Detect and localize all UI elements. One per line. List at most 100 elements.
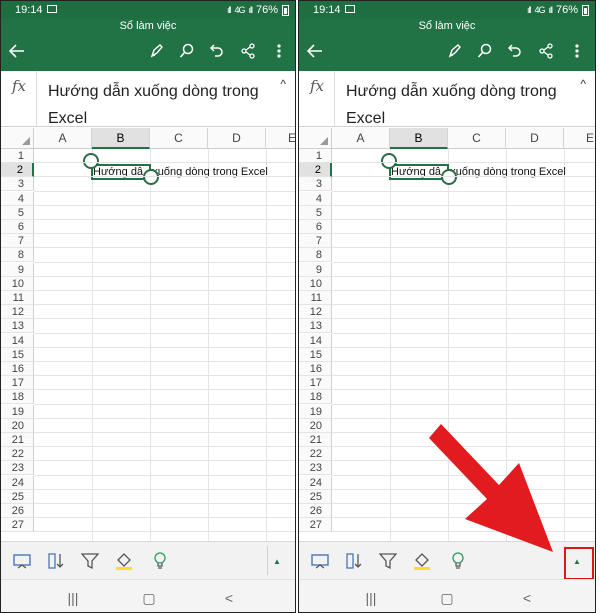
pen-icon[interactable] — [144, 39, 170, 63]
row-header[interactable]: 10 — [1, 276, 34, 291]
row-header[interactable]: 24 — [299, 475, 332, 490]
selected-cell-b2[interactable] — [91, 164, 151, 180]
pen-icon[interactable] — [442, 39, 468, 63]
row-header[interactable]: 5 — [299, 205, 332, 220]
back-arrow-icon[interactable] — [302, 39, 328, 63]
row-header[interactable]: 12 — [299, 305, 332, 320]
row-header[interactable]: 23 — [299, 461, 332, 476]
select-all-corner[interactable] — [1, 128, 34, 149]
row-header[interactable]: 4 — [299, 191, 332, 206]
row-header[interactable]: 6 — [299, 220, 332, 234]
row-header[interactable]: 2 — [1, 163, 34, 178]
home-icon[interactable]: ▢ — [137, 588, 161, 608]
row-header[interactable]: 21 — [1, 433, 34, 447]
row-header[interactable]: 12 — [1, 305, 34, 320]
row-header[interactable]: 22 — [299, 447, 332, 462]
row-header[interactable]: 14 — [1, 333, 34, 348]
column-header-e[interactable]: E — [564, 128, 595, 149]
row-header[interactable]: 8 — [1, 248, 34, 263]
filter-icon[interactable] — [79, 550, 101, 572]
undo-icon[interactable] — [502, 39, 528, 63]
formula-bar[interactable]: fx Hướng dẫn xuống dòng trong Excel ^ — [299, 71, 595, 127]
row-header[interactable]: 11 — [1, 291, 34, 305]
home-icon[interactable]: ▢ — [435, 588, 459, 608]
row-header[interactable]: 17 — [299, 376, 332, 391]
lightbulb-icon[interactable] — [447, 550, 469, 572]
row-header[interactable]: 20 — [299, 418, 332, 433]
selection-handle-start[interactable] — [83, 153, 99, 169]
row-header[interactable]: 16 — [1, 362, 34, 376]
row-header[interactable]: 20 — [1, 418, 34, 433]
row-header[interactable]: 7 — [1, 234, 34, 249]
formula-text[interactable]: Hướng dẫn xuống dòng trong Excel — [346, 78, 567, 132]
row-header[interactable]: 4 — [1, 191, 34, 206]
row-header[interactable]: 1 — [299, 149, 332, 163]
cell-grid[interactable]: Hướng dẫ xuống dòng trong Excel 12345678… — [1, 149, 295, 541]
collapse-formula-icon[interactable]: ^ — [580, 77, 586, 91]
row-header[interactable]: 2 — [299, 163, 332, 178]
row-header[interactable]: 27 — [1, 518, 34, 533]
row-header[interactable]: 9 — [299, 262, 332, 277]
recent-apps-icon[interactable]: ||| — [359, 588, 383, 608]
row-header[interactable]: 26 — [1, 504, 34, 518]
row-header[interactable]: 23 — [1, 461, 34, 476]
row-header[interactable]: 1 — [1, 149, 34, 163]
expand-ribbon-button[interactable]: ▲ — [264, 547, 290, 575]
column-header-a[interactable]: A — [332, 128, 390, 149]
row-header[interactable]: 16 — [299, 362, 332, 376]
share-icon[interactable] — [235, 39, 261, 63]
filter-icon[interactable] — [377, 550, 399, 572]
row-header[interactable]: 18 — [299, 390, 332, 405]
search-icon[interactable] — [174, 39, 200, 63]
sort-icon[interactable] — [343, 550, 365, 572]
row-header[interactable]: 26 — [299, 504, 332, 518]
fill-color-icon[interactable] — [411, 550, 433, 572]
select-all-corner[interactable] — [299, 128, 332, 149]
row-header[interactable]: 15 — [1, 347, 34, 362]
back-nav-icon[interactable]: < — [515, 588, 539, 608]
row-header[interactable]: 13 — [1, 319, 34, 334]
row-header[interactable]: 19 — [299, 404, 332, 419]
row-header[interactable]: 9 — [1, 262, 34, 277]
back-nav-icon[interactable]: < — [217, 588, 241, 608]
row-header[interactable]: 14 — [299, 333, 332, 348]
column-header-c[interactable]: C — [448, 128, 506, 149]
row-header[interactable]: 11 — [299, 291, 332, 305]
lightbulb-icon[interactable] — [149, 550, 171, 572]
undo-icon[interactable] — [204, 39, 230, 63]
row-header[interactable]: 8 — [299, 248, 332, 263]
row-header[interactable]: 19 — [1, 404, 34, 419]
collapse-formula-icon[interactable]: ^ — [280, 77, 286, 91]
column-header-b[interactable]: B — [92, 128, 150, 149]
search-icon[interactable] — [472, 39, 498, 63]
formula-text[interactable]: Hướng dẫn xuống dòng trong Excel — [48, 78, 267, 132]
column-header-d[interactable]: D — [208, 128, 266, 149]
slideshow-icon[interactable] — [11, 550, 33, 572]
formula-bar[interactable]: fx Hướng dẫn xuống dòng trong Excel ^ — [1, 71, 295, 127]
row-header[interactable]: 5 — [1, 205, 34, 220]
sort-icon[interactable] — [45, 550, 67, 572]
column-header-d[interactable]: D — [506, 128, 564, 149]
column-header-e[interactable]: E — [266, 128, 295, 149]
slideshow-icon[interactable] — [309, 550, 331, 572]
selection-handle-start[interactable] — [381, 153, 397, 169]
row-header[interactable]: 10 — [299, 276, 332, 291]
row-header[interactable]: 25 — [1, 489, 34, 504]
recent-apps-icon[interactable]: ||| — [61, 588, 85, 608]
share-icon[interactable] — [533, 39, 559, 63]
column-header-c[interactable]: C — [150, 128, 208, 149]
column-header-a[interactable]: A — [34, 128, 92, 149]
fill-color-icon[interactable] — [113, 550, 135, 572]
row-header[interactable]: 22 — [1, 447, 34, 462]
row-header[interactable]: 24 — [1, 475, 34, 490]
row-header[interactable]: 3 — [299, 177, 332, 192]
row-header[interactable]: 7 — [299, 234, 332, 249]
cell-grid[interactable]: Hướng dẫ xuống dòng trong Excel 12345678… — [299, 149, 595, 541]
row-header[interactable]: 25 — [299, 489, 332, 504]
back-arrow-icon[interactable] — [4, 39, 30, 63]
row-header[interactable]: 27 — [299, 518, 332, 533]
row-header[interactable]: 15 — [299, 347, 332, 362]
row-header[interactable]: 6 — [1, 220, 34, 234]
more-vert-icon[interactable] — [266, 39, 292, 63]
row-header[interactable]: 21 — [299, 433, 332, 447]
